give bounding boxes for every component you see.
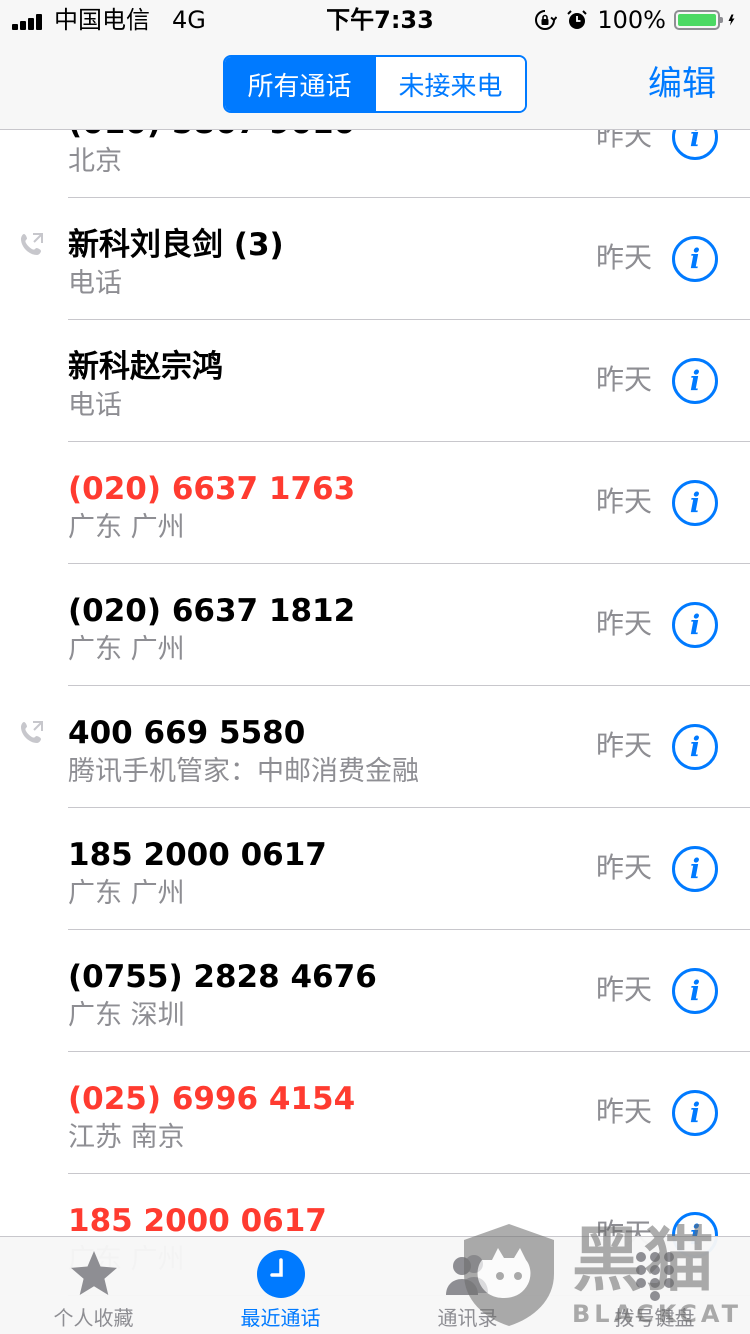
call-row[interactable]: (020) 6637 1763 广东 广州 昨天 i — [68, 442, 750, 564]
call-row[interactable]: (025) 6996 4154 江苏 南京 昨天 i — [68, 1052, 750, 1174]
call-list[interactable]: (010) 5867 9010北京昨天i新科刘良剑 (3)电话昨天i新科赵宗鸿电… — [0, 76, 750, 1296]
caller-name: 400 669 5580 — [68, 715, 306, 751]
tab-contacts[interactable]: 通讯录 — [374, 1237, 561, 1334]
tab-bar: 个人收藏 最近通话 通讯录 拨号键盘 — [0, 1236, 750, 1334]
call-row[interactable]: 新科赵宗鸿电话 昨天 i — [68, 320, 750, 442]
tab-label: 个人收藏 — [53, 1306, 134, 1330]
call-date: 昨天 — [595, 363, 652, 396]
navigation-bar: 所有通话 未接来电 编辑 — [0, 40, 750, 130]
charging-bolt-icon — [728, 14, 735, 26]
caller-location: 广东 广州 — [68, 512, 185, 543]
missed-caller-name: (025) 6996 4154 — [68, 1081, 356, 1117]
segment-all-calls[interactable]: 所有通话 — [225, 57, 374, 111]
info-icon[interactable]: i — [672, 358, 718, 404]
recents-screen: (010) 5867 9010北京昨天i新科刘良剑 (3)电话昨天i新科赵宗鸿电… — [0, 0, 750, 1334]
missed-caller-name: (020) 6637 1763 — [68, 471, 356, 507]
contacts-icon — [445, 1255, 488, 1295]
call-row[interactable]: 185 2000 0617 广东 广州 昨天 i — [68, 808, 750, 930]
call-row[interactable]: (020) 6637 1812 广东 广州 昨天 i — [68, 564, 750, 686]
caller-location: 广东 深圳 — [68, 1000, 185, 1031]
caller-location: 广东 广州 — [68, 634, 185, 665]
info-icon[interactable]: i — [672, 968, 718, 1014]
tab-keypad[interactable]: 拨号键盘 — [561, 1237, 748, 1334]
call-date: 昨天 — [595, 1095, 652, 1128]
caller-location: 江苏 南京 — [68, 1122, 185, 1153]
tab-label: 最近通话 — [240, 1306, 321, 1330]
info-icon[interactable]: i — [672, 602, 718, 648]
caller-location: 北京 — [68, 146, 122, 177]
caller-name: 新科刘良剑 (3) — [68, 227, 284, 263]
call-row[interactable]: 400 669 5580 腾讯手机管家：中邮消费金融 昨天 i — [21, 686, 750, 808]
edit-button[interactable]: 编辑 — [648, 62, 716, 106]
caller-location: 广东 广州 — [68, 878, 185, 909]
status-time: 下午7:33 — [326, 6, 434, 34]
call-date: 昨天 — [595, 973, 652, 1006]
tab-label: 通讯录 — [437, 1306, 498, 1330]
status-bar: 中国电信 4G 下午7:33 100% — [0, 0, 750, 40]
call-date: 昨天 — [595, 729, 652, 762]
caller-location: 电话 — [68, 268, 122, 299]
outgoing-call-icon — [21, 233, 43, 255]
status-right-group: 100% — [533, 6, 740, 34]
call-date: 昨天 — [595, 241, 652, 274]
info-icon[interactable]: i — [672, 724, 718, 770]
rotation-lock-icon — [535, 10, 558, 30]
outgoing-call-icon — [21, 721, 43, 743]
battery-icon — [674, 10, 723, 30]
call-date: 昨天 — [595, 607, 652, 640]
caller-name: 新科赵宗鸿 — [68, 349, 223, 385]
alarm-icon — [567, 10, 588, 29]
signal-strength-icon — [12, 12, 50, 30]
call-row[interactable]: (0755) 2828 4676 广东 深圳 昨天 i — [68, 930, 750, 1052]
segment-missed-calls[interactable]: 未接来电 — [374, 57, 525, 111]
info-icon[interactable]: i — [672, 1090, 718, 1136]
battery-level — [678, 14, 716, 26]
call-row[interactable]: 新科刘良剑 (3) 电话 昨天 i — [21, 198, 750, 320]
network-type: 4G — [172, 6, 206, 34]
carrier-name: 中国电信 — [54, 6, 150, 34]
call-date: 昨天 — [595, 851, 652, 884]
call-date: 昨天 — [595, 485, 652, 518]
call-filter-segmented-control[interactable]: 所有通话 未接来电 — [223, 55, 527, 113]
caller-location: 腾讯手机管家：中邮消费金融 — [68, 756, 419, 787]
caller-name: 185 2000 0617 — [68, 837, 327, 873]
caller-name: (0755) 2828 4676 — [68, 959, 377, 995]
tab-favorites[interactable]: 个人收藏 — [0, 1237, 187, 1334]
info-icon[interactable]: i — [672, 480, 718, 526]
clock-icon — [256, 1250, 305, 1298]
tab-recents[interactable]: 最近通话 — [187, 1237, 374, 1334]
caller-name: (020) 6637 1812 — [68, 593, 356, 629]
tab-label: 拨号键盘 — [614, 1306, 695, 1330]
keypad-icon — [635, 1252, 674, 1301]
info-icon[interactable]: i — [672, 846, 718, 892]
info-icon[interactable]: i — [672, 236, 718, 282]
caller-location: 电话 — [68, 390, 122, 421]
battery-percent: 100% — [597, 6, 666, 34]
star-icon — [70, 1251, 117, 1295]
